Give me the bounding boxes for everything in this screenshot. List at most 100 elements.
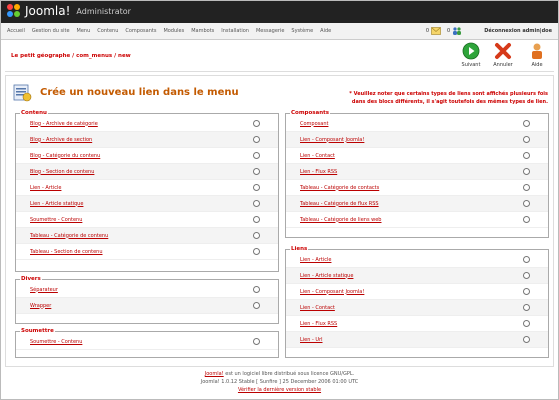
list-item[interactable]: Composant [286,116,548,132]
list-item[interactable]: Wrapper [16,298,278,314]
menu-item-contenu[interactable]: Contenu [97,28,118,34]
link-type-label[interactable]: Composant [300,121,523,127]
radio-button[interactable] [523,136,530,143]
link-type-label[interactable]: Lien - Article [300,257,523,263]
menu-item-installation[interactable]: Installation [221,28,249,34]
menu-item-aide[interactable]: Aide [320,28,331,34]
list-item[interactable]: Lien - Article statique [16,196,278,212]
list-item[interactable]: Tableau - Section de contenu [16,244,278,260]
radio-button[interactable] [253,338,260,345]
list-item[interactable]: Blog - Section de contenu [16,164,278,180]
radio-button[interactable] [523,320,530,327]
group-contenu: Contenu Blog - Archive de catégorie Blog… [15,110,279,272]
link-type-label[interactable]: Blog - Archive de catégorie [30,121,253,127]
link-type-label[interactable]: Lien - Contact [300,305,523,311]
list-item[interactable]: Lien - Composant Joomla! [286,132,548,148]
link-type-label[interactable]: Tableau - Section de contenu [30,249,253,255]
footer-license-line: Joomla! est un logiciel libre distribué … [1,370,558,378]
list-item[interactable]: Lien - Contact [286,300,548,316]
admin-window: Joomla! Administrator Accueil Gestion du… [0,0,559,400]
link-type-label[interactable]: Lien - Article statique [300,273,523,279]
menu-item-messagerie[interactable]: Messagerie [256,28,284,34]
menu-item-gestion-site[interactable]: Gestion du site [32,28,70,34]
top-header: Joomla! Administrator [1,1,558,23]
link-type-label[interactable]: Lien - Flux RSS [300,321,523,327]
link-type-label[interactable]: Tableau - Catégorie de liens web [300,217,523,223]
list-item[interactable]: Lien - Url [286,332,548,348]
list-item[interactable]: Soumettre - Contenu [16,334,278,350]
menu-item-accueil[interactable]: Accueil [7,28,25,34]
radio-button[interactable] [523,168,530,175]
menu-item-systeme[interactable]: Système [291,28,313,34]
radio-button[interactable] [253,152,260,159]
next-button[interactable]: Suivant [457,42,485,70]
link-type-label[interactable]: Blog - Catégorie du contenu [30,153,253,159]
menu-icon [12,82,32,102]
radio-button[interactable] [253,248,260,255]
joomla-link[interactable]: Joomla! [205,371,224,377]
link-type-label[interactable]: Soumettre - Contenu [30,339,253,345]
radio-button[interactable] [253,302,260,309]
link-type-label[interactable]: Soumettre - Contenu [30,217,253,223]
list-item[interactable]: Lien - Article [16,180,278,196]
list-item[interactable]: Lien - Composant Joomla! [286,284,548,300]
menu-item-menu[interactable]: Menu [77,28,91,34]
list-item[interactable]: Séparateur [16,282,278,298]
link-type-label[interactable]: Tableau - Catégorie de contenu [30,233,253,239]
list-item[interactable]: Tableau - Catégorie de contenu [16,228,278,244]
mail-icon[interactable] [431,27,441,35]
radio-button[interactable] [523,152,530,159]
list-item[interactable]: Blog - Archive de catégorie [16,116,278,132]
radio-button[interactable] [523,200,530,207]
radio-button[interactable] [253,120,260,127]
radio-button[interactable] [253,136,260,143]
joomla-logo-icon [7,4,21,18]
menu-item-mambots[interactable]: Mambots [191,28,214,34]
link-type-label[interactable]: Lien - Flux RSS [300,169,523,175]
list-item[interactable]: Blog - Catégorie du contenu [16,148,278,164]
link-type-label[interactable]: Lien - Composant Joomla! [300,137,523,143]
radio-button[interactable] [253,168,260,175]
check-version-link[interactable]: Vérifier la dernière version stable [238,387,321,393]
link-type-label[interactable]: Blog - Archive de section [30,137,253,143]
users-online-icon[interactable] [452,27,462,35]
radio-button[interactable] [523,120,530,127]
radio-button[interactable] [253,216,260,223]
radio-button[interactable] [523,304,530,311]
radio-button[interactable] [523,272,530,279]
radio-button[interactable] [523,184,530,191]
link-type-label[interactable]: Lien - Url [300,337,523,343]
link-type-label[interactable]: Lien - Composant Joomla! [300,289,523,295]
link-type-label[interactable]: Lien - Article statique [30,201,253,207]
radio-button[interactable] [523,336,530,343]
cancel-button[interactable]: Annuler [489,42,517,70]
radio-button[interactable] [523,288,530,295]
list-item[interactable]: Lien - Flux RSS [286,164,548,180]
link-type-label[interactable]: Tableau - Catégorie de flux RSS [300,201,523,207]
radio-button[interactable] [523,216,530,223]
list-item[interactable]: Lien - Article [286,252,548,268]
link-type-label[interactable]: Blog - Section de contenu [30,169,253,175]
radio-button[interactable] [253,184,260,191]
radio-button[interactable] [523,256,530,263]
list-item[interactable]: Tableau - Catégorie de flux RSS [286,196,548,212]
list-item[interactable]: Tableau - Catégorie de liens web [286,212,548,228]
list-item[interactable]: Blog - Archive de section [16,132,278,148]
menu-item-modules[interactable]: Modules [163,28,184,34]
list-item[interactable]: Lien - Article statique [286,268,548,284]
radio-button[interactable] [253,286,260,293]
menu-item-composants[interactable]: Composants [125,28,156,34]
logout-link[interactable]: Déconnexion admin|doe [484,28,552,34]
link-type-label[interactable]: Lien - Contact [300,153,523,159]
link-type-label[interactable]: Séparateur [30,287,253,293]
list-item[interactable]: Lien - Flux RSS [286,316,548,332]
link-type-label[interactable]: Tableau - Catégorie de contacts [300,185,523,191]
help-button[interactable]: Aide [523,42,551,70]
radio-button[interactable] [253,200,260,207]
radio-button[interactable] [253,232,260,239]
link-type-label[interactable]: Lien - Article [30,185,253,191]
link-type-label[interactable]: Wrapper [30,303,253,309]
list-item[interactable]: Tableau - Catégorie de contacts [286,180,548,196]
list-item[interactable]: Soumettre - Contenu [16,212,278,228]
list-item[interactable]: Lien - Contact [286,148,548,164]
